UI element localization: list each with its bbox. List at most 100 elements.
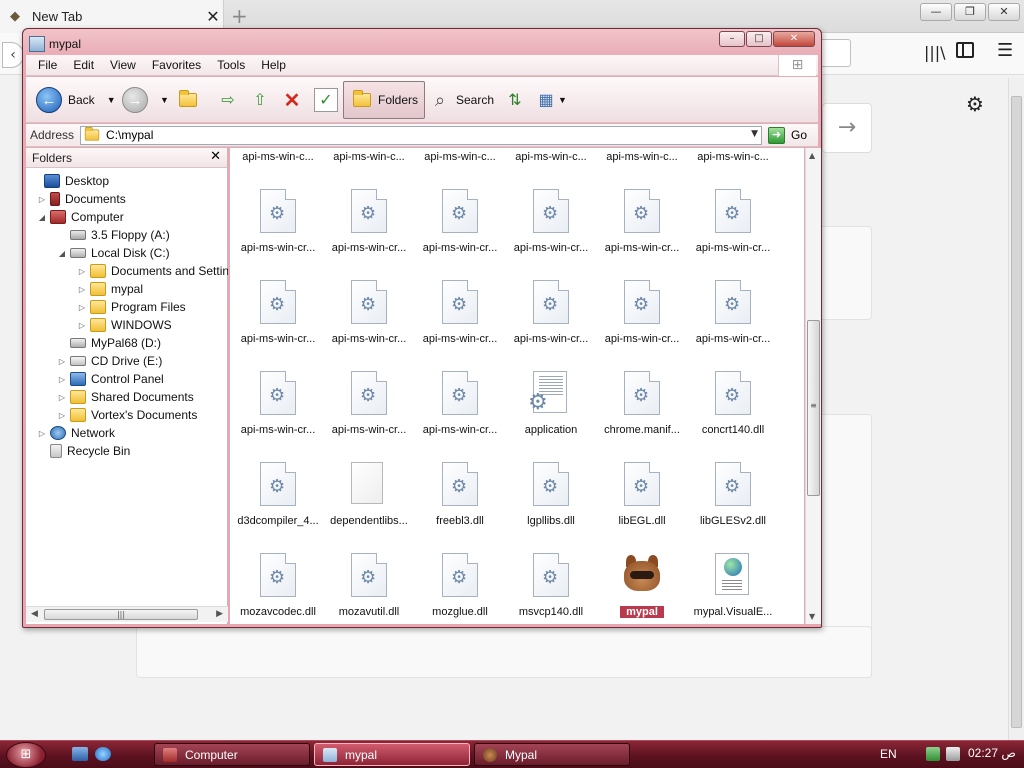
file-item[interactable]: ⚙ api-ms-win-cr... <box>414 179 506 269</box>
menu-view[interactable]: View <box>102 58 144 72</box>
properties-button[interactable]: ✓ <box>314 81 338 119</box>
file-item[interactable]: dependentlibs... <box>323 452 415 542</box>
tree-expander-icon[interactable]: ▷ <box>36 429 48 438</box>
file-item[interactable]: ⚙ libEGL.dll <box>596 452 688 542</box>
file-item[interactable]: ⚙ api-ms-win-cr... <box>505 179 597 269</box>
file-item[interactable]: ⚙ api-ms-win-cr... <box>414 270 506 360</box>
file-item[interactable]: ⚙ api-ms-win-cr... <box>687 179 779 269</box>
file-item[interactable]: ⚙ api-ms-win-cr... <box>232 179 324 269</box>
file-item[interactable]: ⚙ api-ms-win-cr... <box>323 270 415 360</box>
file-item[interactable]: ⚙api-ms-win-c... <box>323 148 415 178</box>
tree-item[interactable]: 3.5 Floppy (A:) <box>56 226 170 244</box>
file-item[interactable]: mypal.VisualE... <box>687 543 779 624</box>
menu-edit[interactable]: Edit <box>65 58 102 72</box>
tree-expander-icon[interactable]: ▷ <box>76 303 88 312</box>
address-dropdown-icon[interactable]: ▼ <box>751 129 758 139</box>
tree-expander-icon[interactable]: ▷ <box>36 195 48 204</box>
file-item[interactable]: ⚙api-ms-win-c... <box>505 148 597 178</box>
file-item[interactable]: ⚙ api-ms-win-cr... <box>414 361 506 451</box>
volume-tray-icon[interactable] <box>946 747 960 761</box>
tree-expander-icon[interactable]: ▷ <box>76 267 88 276</box>
file-item[interactable]: ⚙ api-ms-win-cr... <box>596 179 688 269</box>
forward-button[interactable]: → ▼ <box>122 81 169 119</box>
close-pane-icon[interactable]: ✕ <box>210 149 221 164</box>
tree-expander-icon[interactable]: ▷ <box>76 285 88 294</box>
up-folder-button[interactable] <box>176 81 200 119</box>
scroll-up-icon[interactable]: ▲ <box>809 151 815 160</box>
taskbar-item-mypal-folder[interactable]: mypal <box>314 743 470 766</box>
views-dropdown-icon[interactable]: ▼ <box>558 95 567 105</box>
file-item[interactable]: ⚙ api-ms-win-cr... <box>505 270 597 360</box>
start-button[interactable]: ⊞ <box>6 742 46 768</box>
tree-item[interactable]: ▷ Documents <box>36 190 126 208</box>
close-tab-icon[interactable]: ✕ <box>203 7 223 26</box>
close-button[interactable]: ✕ <box>773 31 815 47</box>
menu-help[interactable]: Help <box>253 58 294 72</box>
file-item[interactable]: ⚙ concrt140.dll <box>687 361 779 451</box>
explorer-title-bar[interactable]: mypal <box>29 34 81 54</box>
folders-button[interactable]: Folders <box>343 81 426 119</box>
sync-button[interactable]: ⇅ <box>503 81 527 119</box>
url-bar[interactable] <box>820 39 851 67</box>
file-item[interactable]: ⚙api-ms-win-c... <box>414 148 506 178</box>
tree-item[interactable]: ▷ mypal <box>76 280 143 298</box>
tree-expander-icon[interactable]: ▷ <box>56 375 68 384</box>
tree-item[interactable]: Desktop <box>30 172 109 190</box>
tree-item[interactable]: ◢ Computer <box>36 208 124 226</box>
back-button[interactable]: ← Back ▼ <box>36 81 116 119</box>
file-item[interactable]: ⚙ api-ms-win-cr... <box>687 270 779 360</box>
tree-item[interactable]: ▷ Program Files <box>76 298 186 316</box>
internet-explorer-icon[interactable] <box>95 747 111 761</box>
tree-item[interactable]: ◢ Local Disk (C:) <box>56 244 170 262</box>
file-item[interactable]: mypal <box>596 543 688 624</box>
menu-file[interactable]: File <box>30 58 65 72</box>
close-window-button[interactable]: ✕ <box>988 3 1020 21</box>
top-site-card[interactable] <box>816 226 872 320</box>
tree-expander-icon[interactable]: ◢ <box>56 249 68 258</box>
sidebar-icon[interactable] <box>956 42 974 58</box>
tree-item[interactable]: ▷ Vortex's Documents <box>56 406 197 424</box>
file-item[interactable]: ⚙ msvcp140.dll <box>505 543 597 624</box>
file-item[interactable]: ⚙api-ms-win-c... <box>232 148 324 178</box>
file-item[interactable]: ⚙ mozavcodec.dll <box>232 543 324 624</box>
back-dropdown-icon[interactable]: ▼ <box>107 95 116 105</box>
file-item[interactable]: ⚙ api-ms-win-cr... <box>323 361 415 451</box>
browser-scrollbar[interactable] <box>1008 78 1024 740</box>
tree-item[interactable]: ▷ CD Drive (E:) <box>56 352 162 370</box>
new-tab-button[interactable]: + <box>231 4 248 28</box>
language-indicator[interactable]: EN <box>880 747 897 761</box>
hamburger-menu-icon[interactable]: ☰ <box>997 40 1013 61</box>
file-item[interactable]: ⚙ api-ms-win-cr... <box>323 179 415 269</box>
minimize-button[interactable]: – <box>719 31 745 47</box>
views-button[interactable]: ▦ ▼ <box>534 81 567 119</box>
library-icon[interactable]: |||\ <box>924 43 946 62</box>
address-field[interactable]: C:\mypal ▼ <box>80 125 763 145</box>
scroll-right-icon[interactable]: ▶ <box>216 609 223 619</box>
file-item[interactable]: ⚙ freebl3.dll <box>414 452 506 542</box>
taskbar-item-mypal-browser[interactable]: Mypal <box>474 743 630 766</box>
show-desktop-icon[interactable] <box>72 747 88 761</box>
file-item[interactable]: ⚙ libGLESv2.dll <box>687 452 779 542</box>
tree-expander-icon[interactable]: ▷ <box>56 411 68 420</box>
tree-item[interactable]: Recycle Bin <box>36 442 130 460</box>
scroll-thumb[interactable] <box>1011 96 1022 728</box>
maximize-button[interactable]: ❐ <box>954 3 986 21</box>
menu-tools[interactable]: Tools <box>209 58 253 72</box>
search-go-button[interactable]: → <box>822 103 872 153</box>
file-list-vscrollbar[interactable]: ▲ ≡ ▼ <box>805 148 821 624</box>
file-item[interactable]: ⚙ lgpllibs.dll <box>505 452 597 542</box>
tree-item[interactable]: ▷ Control Panel <box>56 370 164 388</box>
search-button[interactable]: ⌕ Search <box>428 81 494 119</box>
file-item[interactable]: ⚙api-ms-win-c... <box>596 148 688 178</box>
tree-item[interactable]: MyPal68 (D:) <box>56 334 161 352</box>
maximize-button[interactable]: □ <box>746 31 772 47</box>
tree-item[interactable]: ▷ Documents and Settings <box>76 262 228 280</box>
scroll-thumb[interactable]: ≡ <box>807 320 820 496</box>
tree-item[interactable]: ▷ WINDOWS <box>76 316 172 334</box>
network-tray-icon[interactable] <box>926 747 940 761</box>
file-item[interactable]: ⚙ api-ms-win-cr... <box>232 270 324 360</box>
menu-favorites[interactable]: Favorites <box>144 58 209 72</box>
tree-item[interactable]: ▷ Shared Documents <box>56 388 194 406</box>
tree-item[interactable]: ▷ Network <box>36 424 115 442</box>
file-item[interactable]: ⚙ mozglue.dll <box>414 543 506 624</box>
